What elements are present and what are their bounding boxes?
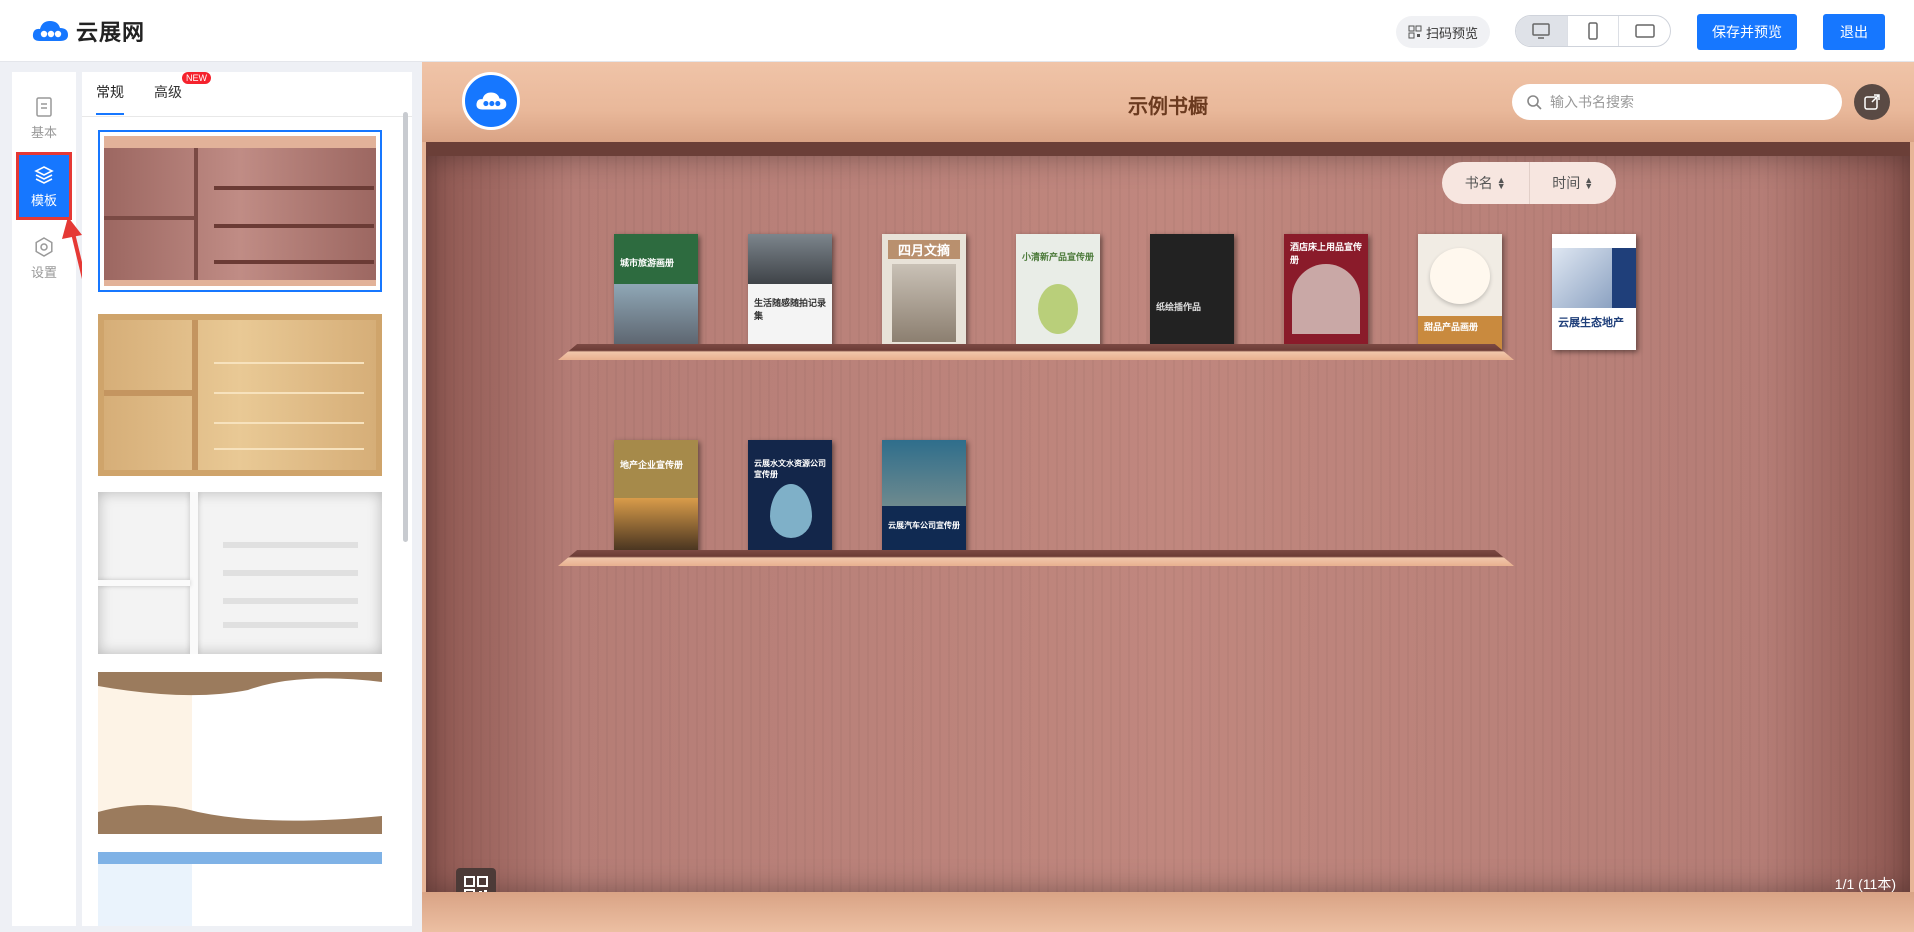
rail-item-template[interactable]: 模板: [16, 152, 72, 220]
rail-item-basic[interactable]: 基本: [16, 84, 72, 152]
rail-item-label: 模板: [30, 192, 57, 208]
book-cover[interactable]: 四月文摘: [882, 234, 966, 350]
book-cover[interactable]: 云展汽车公司宣传册: [882, 440, 966, 556]
save-preview-button[interactable]: 保存并预览: [1697, 14, 1797, 50]
book-cover[interactable]: 云展水文水资源公司宣传册: [748, 440, 832, 556]
book-cover[interactable]: 纸绘插作品: [1150, 234, 1234, 350]
top-bar: 云展网 扫码预览 保存并预览 退出: [0, 0, 1914, 62]
sort-label: 书名: [1464, 175, 1493, 191]
bookshelf-cabinet: 书名 ▲ ▼ 时间 ▲ ▼ 城市旅游画册 生活随感随拍记录集 四月文摘 小清新产品宣…: [426, 142, 1910, 908]
bookshelf-preview: 示例书橱 输入书名搜索 书名 ▲ ▼ 时间 ▲ ▼ 城市旅游画册 生活随感随拍记录集: [422, 62, 1914, 932]
page-count: 1/1 (11本): [1834, 876, 1896, 892]
sort-by-name-button[interactable]: 书名 ▲ ▼: [1442, 162, 1530, 204]
book-cover[interactable]: 甜品产品画册: [1418, 234, 1502, 350]
new-badge: NEW: [182, 72, 211, 84]
sort-controls: 书名 ▲ ▼ 时间 ▲ ▼: [1442, 162, 1616, 204]
mobile-view-button[interactable]: [1568, 16, 1620, 46]
search-icon: [1527, 95, 1542, 110]
book-title: 生活随感随拍记录集: [754, 298, 827, 321]
wave-decoration: [98, 672, 382, 834]
book-title: 小清新产品宣传册: [1022, 252, 1095, 262]
sort-arrows-icon: ▲ ▼: [1584, 175, 1594, 191]
tablet-view-button[interactable]: [1619, 16, 1670, 46]
book-title: 云展生态地产: [1558, 317, 1624, 329]
tab-label: 常规: [96, 84, 124, 100]
template-panel: 常规 高级 NEW: [82, 72, 412, 926]
book-search-input[interactable]: 输入书名搜索: [1512, 84, 1842, 120]
book-title: 甜品产品画册: [1424, 322, 1479, 332]
book-cover[interactable]: 小清新产品宣传册: [1016, 234, 1100, 350]
sort-by-time-button[interactable]: 时间 ▲ ▼: [1530, 162, 1617, 204]
book-cover[interactable]: 酒店床上用品宣传册: [1284, 234, 1368, 350]
rail-item-label: 设置: [30, 264, 57, 280]
app-name: 云展网: [76, 20, 146, 45]
document-icon: [36, 96, 52, 117]
layers-icon: [34, 165, 54, 184]
rail-item-label: 基本: [30, 124, 57, 140]
share-button[interactable]: [1854, 84, 1890, 120]
template-cream-wave[interactable]: [98, 672, 382, 834]
search-placeholder: 输入书名搜索: [1550, 94, 1634, 110]
app-logo[interactable]: 云展网: [30, 14, 145, 48]
template-tabs: 常规 高级 NEW: [96, 72, 212, 115]
tab-regular[interactable]: 常规: [96, 82, 124, 115]
scan-preview-label: 扫码预览: [1425, 25, 1478, 41]
shelf-board: [558, 344, 1514, 360]
desktop-view-button[interactable]: [1516, 16, 1568, 46]
gear-icon: [35, 236, 53, 257]
template-rosewood[interactable]: [98, 130, 382, 292]
rail-item-settings[interactable]: 设置: [16, 224, 72, 292]
scan-preview-button[interactable]: 扫码预览: [1396, 16, 1490, 48]
template-blue-sky[interactable]: [98, 852, 382, 926]
share-icon: [1864, 94, 1880, 110]
template-light-wood[interactable]: [98, 314, 382, 476]
qr-icon: [1408, 25, 1422, 39]
exit-button[interactable]: 退出: [1823, 14, 1885, 50]
book-title: 城市旅游画册: [620, 258, 675, 268]
device-switcher: [1515, 15, 1671, 47]
sort-arrows-icon: ▲ ▼: [1496, 175, 1506, 191]
book-title: 纸绘插作品: [1156, 302, 1202, 312]
book-cover[interactable]: 城市旅游画册: [614, 234, 698, 350]
book-title: 酒店床上用品宣传册: [1290, 242, 1363, 265]
shelf-board: [558, 550, 1514, 566]
desktop-icon: [1532, 23, 1551, 39]
tab-advanced[interactable]: 高级 NEW: [154, 72, 211, 112]
cloud-logo-icon: [32, 21, 68, 41]
template-white[interactable]: [98, 492, 382, 654]
sort-label: 时间: [1552, 175, 1581, 191]
book-cover[interactable]: 生活随感随拍记录集: [748, 234, 832, 350]
preview-footer: [422, 892, 1914, 932]
book-title: 云展汽车公司宣传册: [888, 521, 960, 530]
book-title: 云展水文水资源公司宣传册: [754, 459, 826, 479]
mobile-icon: [1588, 22, 1598, 40]
book-cover[interactable]: 地产企业宣传册: [614, 440, 698, 556]
book-title: 四月文摘: [888, 240, 960, 259]
book-cover[interactable]: 云展生态地产: [1552, 234, 1636, 350]
left-nav-rail: 基本 模板 设置: [12, 72, 76, 926]
tab-label: 高级: [154, 84, 182, 100]
tab-divider: [82, 116, 412, 117]
tablet-icon: [1634, 24, 1655, 38]
template-scrollbar[interactable]: [403, 112, 408, 542]
book-title: 地产企业宣传册: [620, 460, 684, 470]
